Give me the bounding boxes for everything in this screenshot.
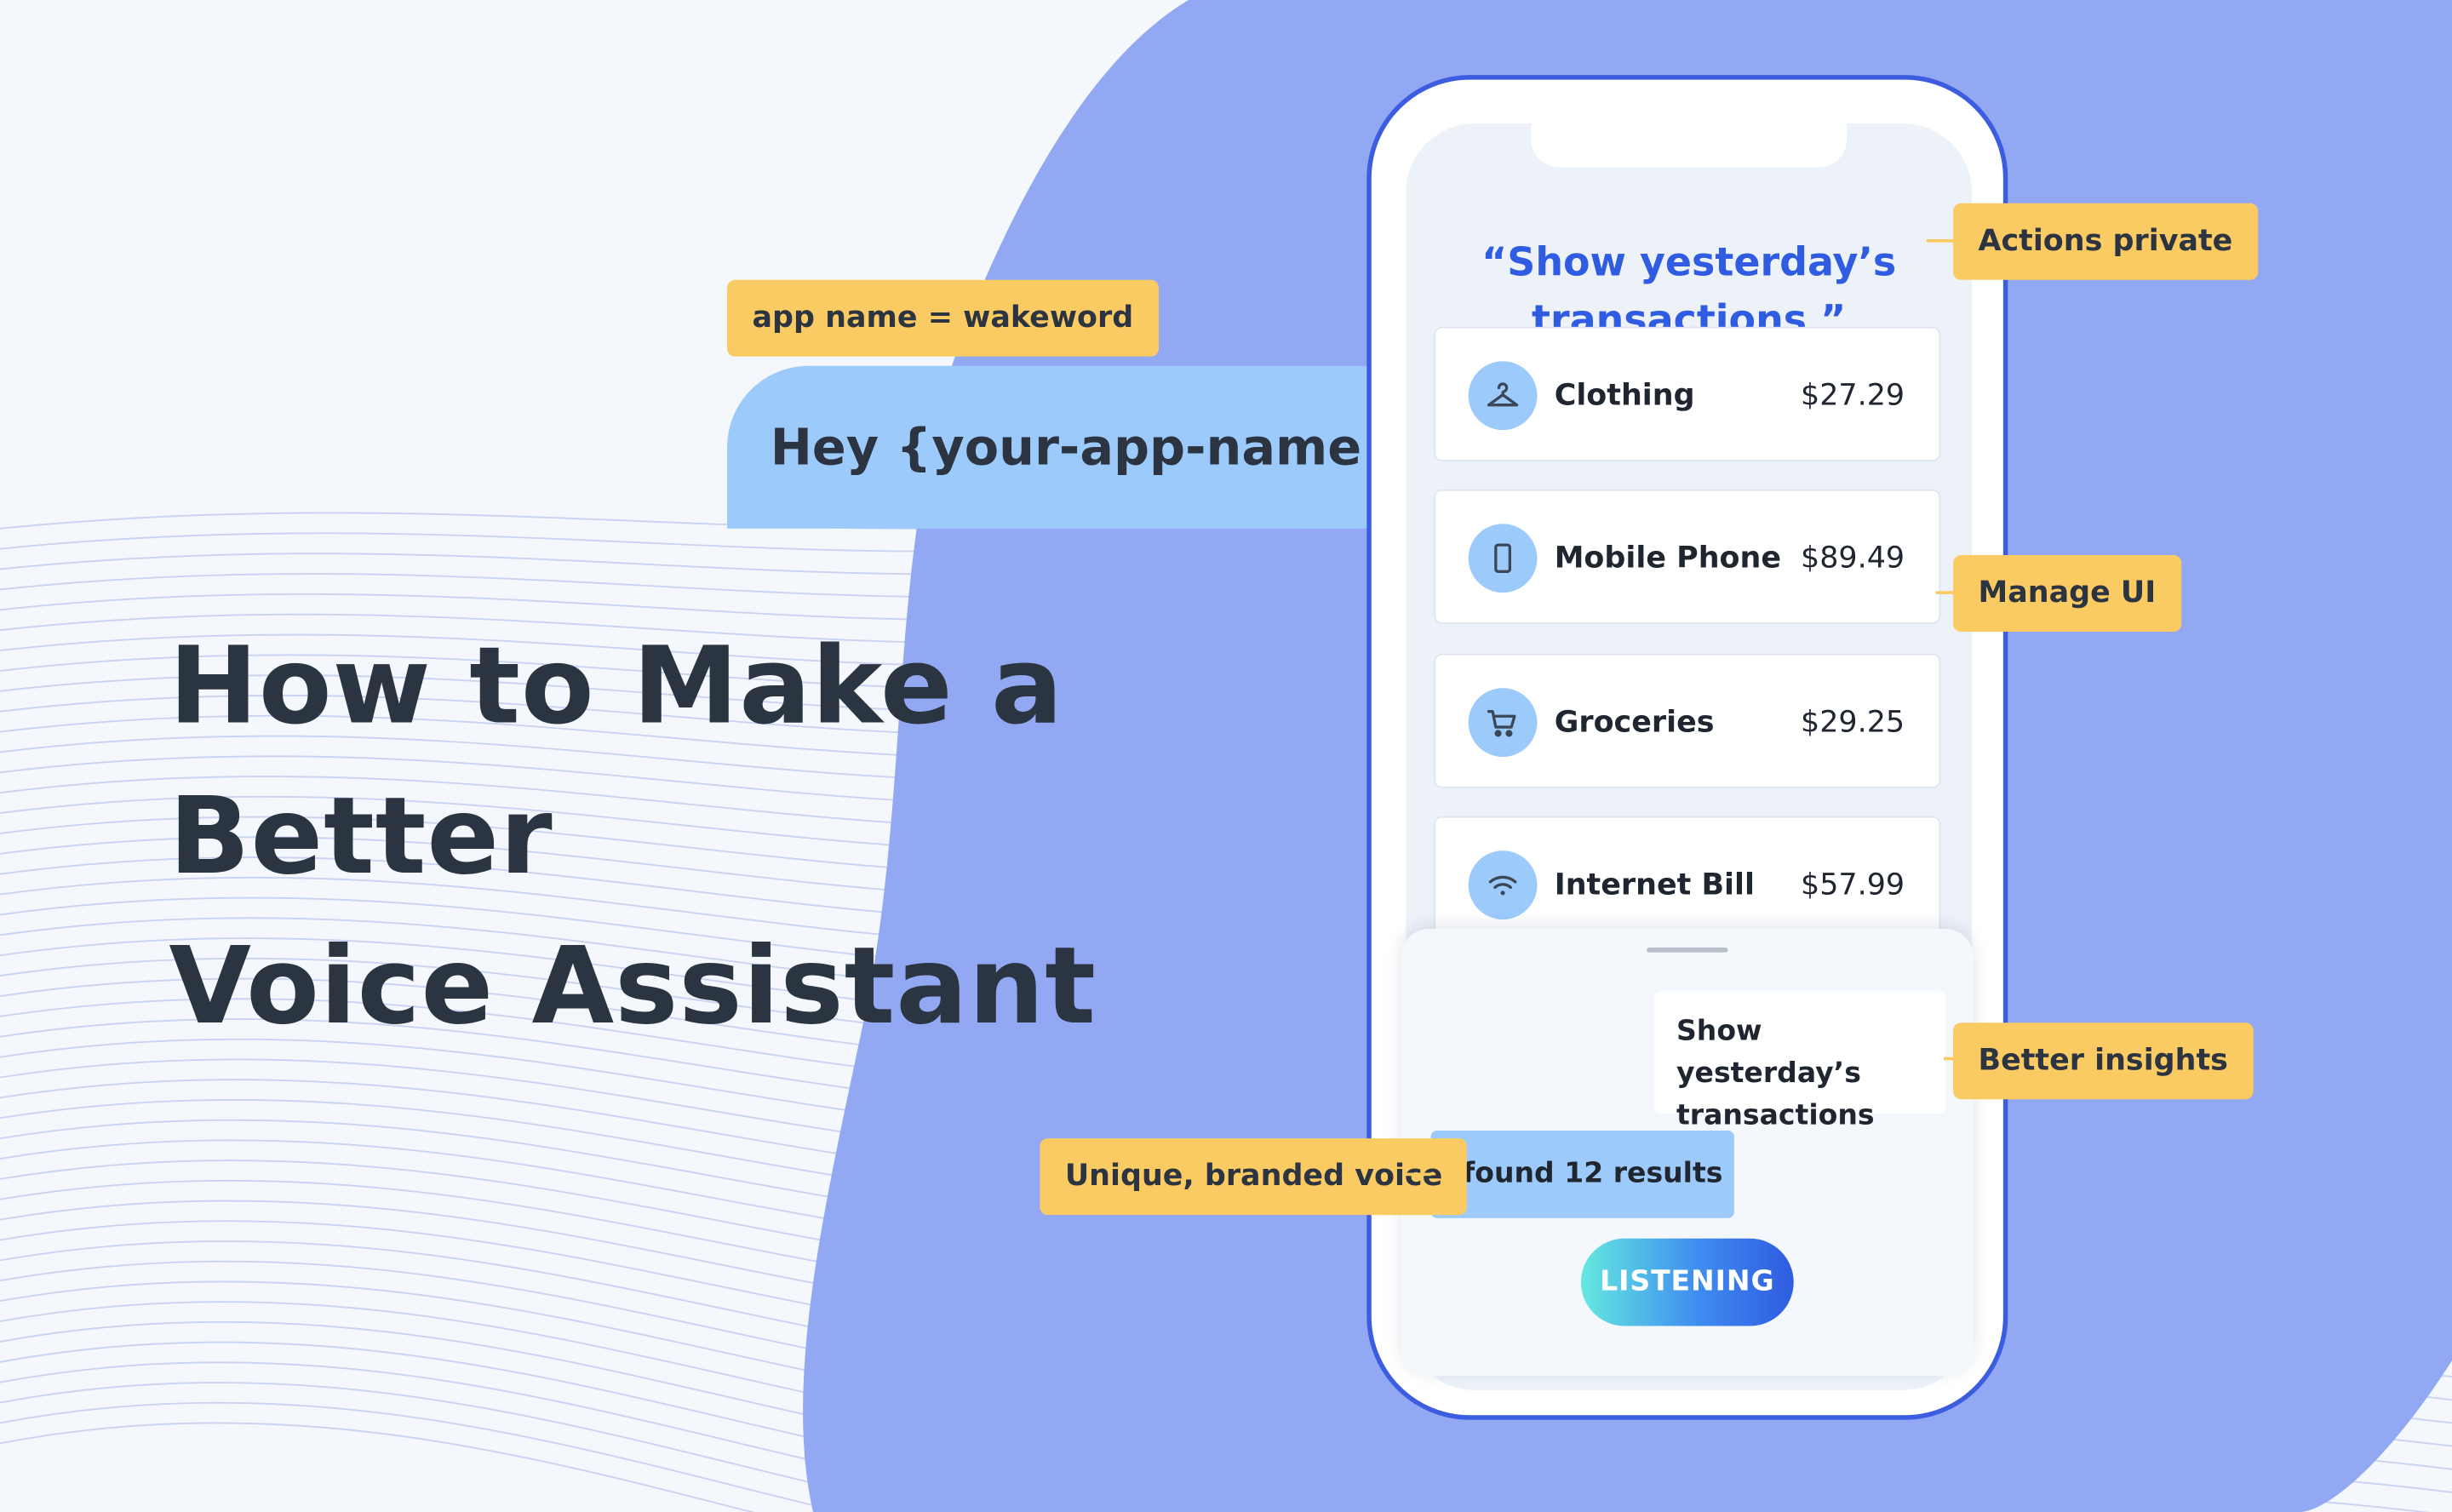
voice-assistant-sheet: Show yesterday’s transactions I found 12… [1401,929,1974,1377]
hanger-icon [1468,361,1538,431]
query-line-1: “Show yesterday’s [1481,239,1897,285]
page-title: How to Make a Better Voice Assistant [169,613,1357,1063]
mobile-phone-icon [1468,524,1538,593]
assistant-reply-bubble: I found 12 results [1430,1130,1734,1218]
transaction-name: Mobile Phone [1554,541,1782,576]
connector-line [1406,1172,1431,1177]
title-line-2: Voice Assistant [169,925,1097,1050]
sheet-grabber-handle[interactable] [1647,948,1728,953]
wakeword-tag: app name = wakeword [727,279,1159,357]
transaction-amount: $89.49 [1801,541,1905,576]
transaction-card-groceries[interactable]: Groceries $29.25 [1434,653,1941,788]
transaction-card-clothing[interactable]: Clothing $27.29 [1434,326,1941,461]
wifi-icon [1468,850,1538,919]
connector-line [1935,591,1955,594]
cart-icon [1468,688,1538,757]
wake-phrase-bubble: Hey {your-app-name} [727,365,1441,529]
scene: How to Make a Better Voice Assistant app… [0,0,2452,1512]
transaction-card-mobile-phone[interactable]: Mobile Phone $89.49 [1434,489,1941,624]
user-message-bubble: Show yesterday’s transactions [1654,991,1945,1132]
transaction-name: Clothing [1554,378,1695,413]
title-line-1: How to Make a Better [169,625,1064,900]
tag-branded-voice: Unique, branded voice [1040,1138,1468,1216]
transaction-amount: $27.29 [1801,378,1905,413]
transaction-amount: $29.25 [1801,705,1905,740]
tag-actions-private: Actions private [1953,203,2258,280]
user-message-line-1: Show yesterday’s [1676,1015,1861,1091]
transaction-name: Groceries [1554,705,1715,740]
tag-manage-ui: Manage UI [1953,555,2181,633]
tag-better-insights: Better insights [1953,1022,2254,1100]
listening-button[interactable]: LISTENING [1580,1238,1794,1326]
phone-notch [1531,123,1848,168]
connector-line [1926,239,1955,243]
